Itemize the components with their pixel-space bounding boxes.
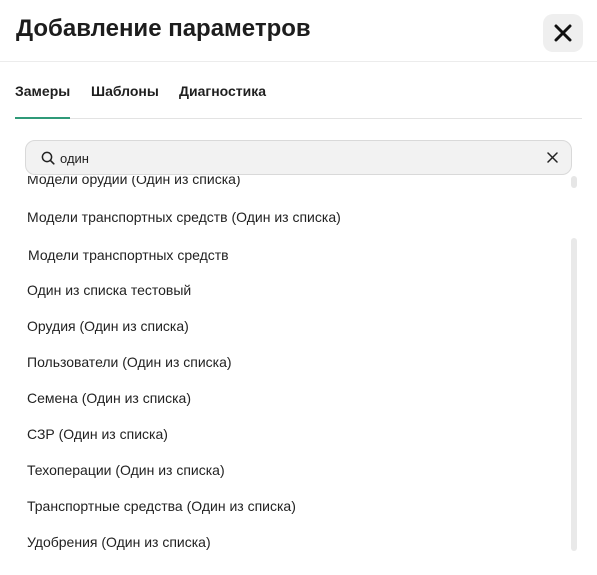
list-item[interactable]: СЗР (Один из списка)	[27, 426, 168, 442]
dialog-title: Добавление параметров	[16, 15, 311, 42]
list-item[interactable]: Техоперации (Один из списка)	[27, 462, 225, 478]
list-item[interactable]: Один из списка тестовый	[27, 282, 191, 298]
scrollbar-top-segment	[571, 176, 577, 188]
close-icon	[554, 24, 572, 42]
list-item[interactable]: Удобрения (Один из списка)	[27, 534, 211, 550]
clear-search-icon[interactable]	[547, 152, 558, 163]
parameter-list: Модели орудий (Один из списка) Модели тр…	[0, 176, 597, 556]
search-box	[25, 140, 572, 175]
search-input[interactable]	[60, 147, 530, 169]
dialog-header: Добавление параметров	[0, 0, 597, 62]
tab-diagnostics[interactable]: Диагностика	[179, 83, 266, 99]
close-button[interactable]	[543, 14, 583, 52]
list-item[interactable]: Модели транспортных средств (Один из спи…	[27, 209, 341, 225]
list-item[interactable]: Модели орудий (Один из списка)	[27, 176, 241, 187]
tab-templates[interactable]: Шаблоны	[91, 83, 159, 99]
list-item[interactable]: Модели транспортных средств	[28, 247, 229, 263]
list-item[interactable]: Орудия (Один из списка)	[27, 318, 189, 334]
list-scrollbar[interactable]	[571, 176, 577, 556]
tab-bar: Замеры Шаблоны Диагностика	[15, 62, 582, 119]
scrollbar-thumb[interactable]	[571, 238, 577, 551]
search-icon	[41, 151, 55, 165]
tab-measurements[interactable]: Замеры	[15, 83, 71, 119]
list-item[interactable]: Транспортные средства (Один из списка)	[27, 498, 296, 514]
add-parameters-dialog: Добавление параметров Замеры Шаблоны Диа…	[0, 0, 597, 575]
list-item[interactable]: Семена (Один из списка)	[27, 390, 191, 406]
list-item[interactable]: Пользователи (Один из списка)	[27, 354, 232, 370]
